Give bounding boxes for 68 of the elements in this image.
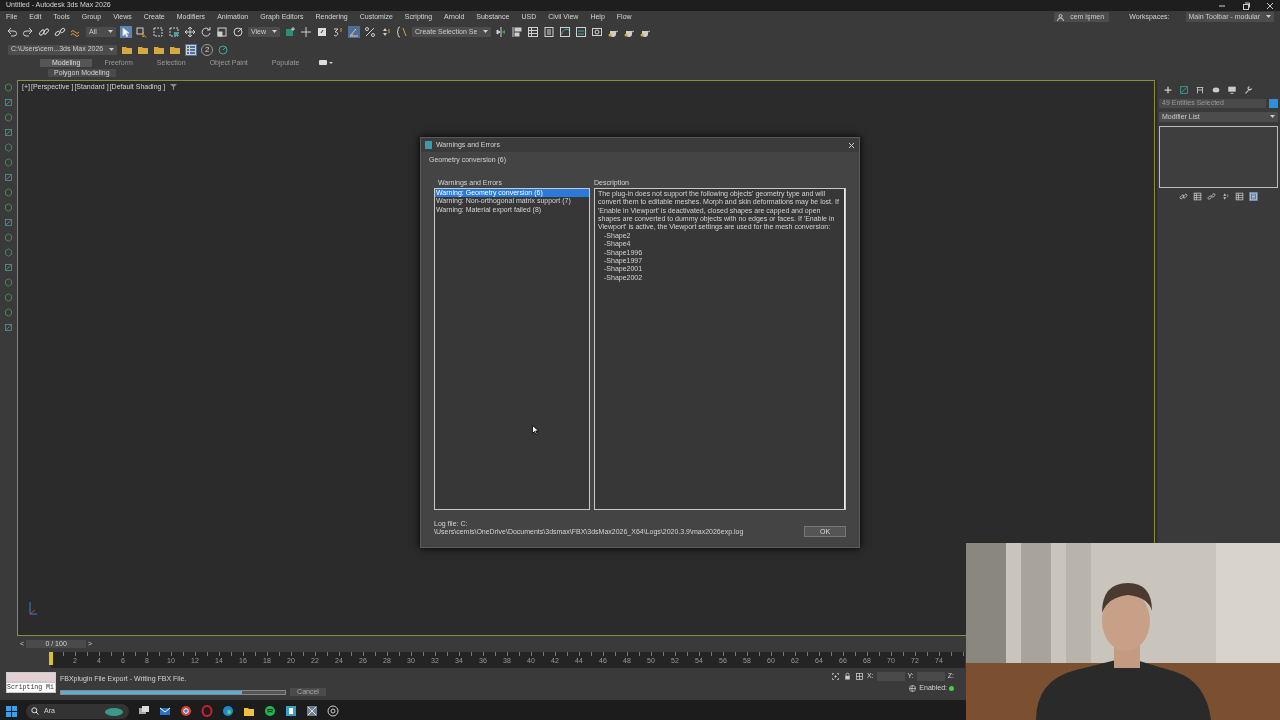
- selection-icon[interactable]: [830, 672, 840, 681]
- display-icon[interactable]: [1227, 85, 1237, 95]
- search-icon: [31, 707, 39, 715]
- mirror-icon[interactable]: [495, 26, 508, 38]
- hierarchy-icon[interactable]: [1195, 85, 1205, 95]
- select-by-name-icon[interactable]: [136, 26, 148, 38]
- link-icon[interactable]: [38, 26, 50, 38]
- pivot-icon[interactable]: [284, 26, 297, 38]
- caret-icon[interactable]: [272, 30, 278, 34]
- edit-named-selection-icon[interactable]: [396, 26, 409, 38]
- browser-icon[interactable]: [222, 705, 234, 717]
- snap-toggle-icon[interactable]: [332, 26, 345, 38]
- filter-icon[interactable]: [170, 84, 178, 91]
- color-swatch[interactable]: [1269, 99, 1278, 108]
- caret-icon[interactable]: [108, 30, 113, 34]
- modify-icon[interactable]: [1179, 85, 1189, 95]
- percent-snap-icon[interactable]: [364, 26, 377, 38]
- grid-icon[interactable]: [854, 672, 864, 681]
- curve-editor-icon[interactable]: [559, 26, 572, 38]
- window-crossing-icon[interactable]: [168, 26, 180, 38]
- modifier-stack[interactable]: [1159, 126, 1278, 188]
- restore-icon[interactable]: [1242, 1, 1250, 10]
- rectangle-selection-icon[interactable]: [152, 26, 164, 38]
- app-icon: [425, 141, 432, 149]
- placement-icon[interactable]: [232, 26, 244, 38]
- mail-icon[interactable]: [159, 705, 171, 717]
- browser-icon[interactable]: [180, 705, 192, 717]
- circle-icon[interactable]: [217, 43, 230, 56]
- mouse-cursor-icon: [532, 425, 539, 435]
- search-highlight-icon: [104, 706, 124, 716]
- dope-sheet-icon[interactable]: [575, 26, 588, 38]
- crosshair-icon[interactable]: [300, 26, 313, 38]
- lock-icon[interactable]: [842, 672, 852, 681]
- select-arrow-icon[interactable]: [120, 26, 132, 38]
- close-icon[interactable]: [848, 141, 855, 149]
- globe-icon[interactable]: [908, 684, 918, 693]
- render-frame-icon[interactable]: [591, 26, 604, 38]
- frame-marker[interactable]: [49, 652, 53, 665]
- aperture-icon[interactable]: [327, 705, 339, 717]
- app-icon[interactable]: [285, 705, 297, 717]
- undo-icon[interactable]: [6, 26, 18, 38]
- utilities-icon[interactable]: [1243, 85, 1253, 95]
- caret-icon[interactable]: [1266, 15, 1271, 19]
- axis-tripod-icon: [28, 601, 38, 616]
- scale-icon[interactable]: [216, 26, 228, 38]
- user-icon[interactable]: [1057, 13, 1065, 21]
- start-icon[interactable]: [6, 705, 17, 717]
- unlink-icon[interactable]: [54, 26, 66, 38]
- music-app-icon[interactable]: [264, 705, 276, 717]
- ribbon-options-icon[interactable]: [319, 60, 334, 66]
- close-icon[interactable]: [1266, 1, 1274, 10]
- scrollbar[interactable]: [843, 188, 845, 509]
- redo-icon[interactable]: [22, 26, 34, 38]
- motion-icon[interactable]: [1211, 85, 1221, 95]
- caret-icon[interactable]: [109, 47, 115, 52]
- app-icon[interactable]: [306, 705, 318, 717]
- list-icon[interactable]: [543, 26, 556, 38]
- align-icon[interactable]: [511, 26, 524, 38]
- table-icon[interactable]: [527, 26, 540, 38]
- rotate-icon[interactable]: [200, 26, 212, 38]
- task-view-icon[interactable]: [138, 705, 150, 717]
- move-icon[interactable]: [184, 26, 196, 38]
- create-icon[interactable]: [1163, 85, 1173, 95]
- spinner-snap-icon[interactable]: [380, 26, 393, 38]
- folder-icon[interactable]: [243, 705, 255, 717]
- angle-snap-icon[interactable]: [348, 26, 361, 38]
- caret-icon[interactable]: [1270, 115, 1275, 119]
- caret-icon[interactable]: [483, 30, 489, 34]
